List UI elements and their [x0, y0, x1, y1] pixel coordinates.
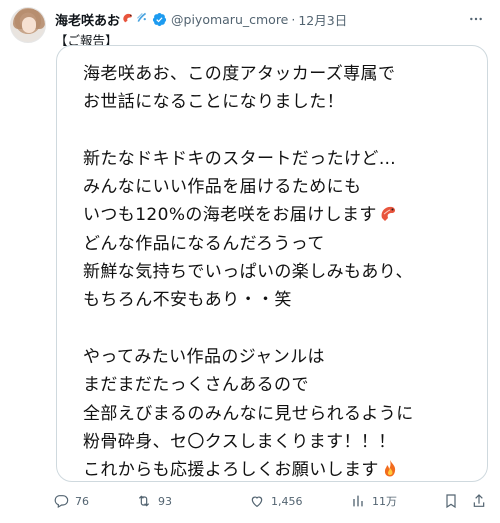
image-text-line	[83, 117, 483, 145]
avatar-face	[22, 17, 36, 33]
post-image-card[interactable]: 海老咲あお、この度アタッカーズ専属で お世話になることになりました！ 新たなドキ…	[56, 45, 488, 482]
repost-count: 93	[158, 494, 172, 508]
repost-icon	[138, 495, 150, 507]
bookmark-button[interactable]	[443, 490, 459, 512]
author-handle[interactable]: @piyomaru_cmore	[171, 12, 288, 27]
image-text-line	[83, 315, 483, 343]
splash-emoji-icon	[135, 11, 148, 27]
image-text-line-with-emoji: いつも120%の海老咲をお届けします	[83, 201, 483, 229]
image-text-line-with-emoji: これからも応援よろしくお願いします	[83, 456, 483, 484]
image-text-block: 海老咲あお、この度アタッカーズ専属で お世話になることになりました！ 新たなドキ…	[83, 60, 483, 484]
shrimp-emoji-icon	[378, 203, 398, 223]
image-text-line: どんな作品になるんだろうって	[83, 233, 325, 254]
image-text-line: 粉骨砕身、セ〇クスしまくります！！！	[83, 431, 396, 452]
like-count: 1,456	[271, 494, 303, 508]
reply-button[interactable]: 76	[53, 490, 89, 512]
image-text-line: 新鮮な気持ちでいっぱいの楽しみもあり、	[83, 262, 413, 283]
heart-icon	[251, 496, 263, 508]
image-text-line: やってみたい作品のジャンルは	[83, 346, 325, 367]
image-text-line: いつも120%の海老咲をお届けします	[83, 205, 377, 226]
image-text-line: これからも応援よろしくお願いします	[83, 460, 379, 481]
repost-button[interactable]: 93	[136, 490, 172, 512]
bookmark-icon	[446, 494, 456, 509]
avatar[interactable]	[10, 7, 46, 43]
image-text-line: 新たなドキドキのスタートだったけど…	[83, 148, 397, 169]
display-name[interactable]: 海老咲あお	[55, 10, 120, 29]
image-text-line: みんなにいい作品を届けるためにも	[83, 177, 362, 198]
image-text-line: 海老咲あお、この度アタッカーズ専属で	[83, 64, 396, 84]
reply-icon	[54, 495, 69, 509]
shrimp-emoji-icon	[121, 11, 134, 27]
views-button[interactable]: 11万	[350, 490, 397, 512]
analytics-icon	[353, 495, 363, 507]
image-text-line: もちろん不安もあり・・笑	[83, 290, 292, 311]
image-text-line: お世話になることになりました！	[83, 92, 344, 113]
more-options-icon[interactable]	[465, 9, 487, 29]
share-icon	[473, 494, 485, 507]
like-button[interactable]: 1,456	[249, 490, 303, 512]
image-text-line: 全部えびまるのみんなに見せられるように	[83, 403, 414, 424]
reply-count: 76	[75, 494, 89, 508]
separator-dot: ·	[291, 11, 296, 27]
verified-badge-icon	[152, 12, 167, 27]
action-bar: 76 93 1,456 11万	[53, 490, 493, 512]
view-count: 11万	[372, 495, 397, 508]
share-button[interactable]	[471, 490, 487, 512]
post-header: 海老咲あお @piyomaru_cmore · 12月3日	[55, 9, 490, 29]
fire-emoji-icon	[380, 458, 400, 478]
post-date[interactable]: 12月3日	[298, 10, 347, 29]
image-text-line: まだまだたっくさんあるので	[83, 375, 309, 396]
